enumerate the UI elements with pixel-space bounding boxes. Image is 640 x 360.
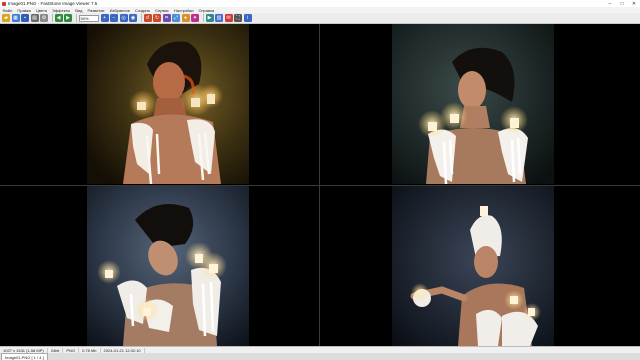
zoom-select[interactable]: 50%: [78, 14, 99, 22]
minimize-button[interactable]: –: [604, 0, 616, 7]
toolbar-separator: [202, 14, 204, 22]
image-panel-3[interactable]: [87, 186, 249, 346]
toolbar: ▰ ▦ ▪ ▤ ⚙ ◀ ▶ 50% + − ◎ ◉ ↺ ↻ ⌗ ⤢ ● ✦ ▶ …: [0, 13, 640, 24]
status-bar: 1027 x 1541 (1.58 MP) 24bit PNG 0.78 Mb …: [0, 346, 640, 353]
save-icon[interactable]: ▪: [21, 14, 29, 22]
image-panel-2[interactable]: [392, 24, 554, 184]
photo-woman-candles-2: [392, 24, 554, 184]
status-format: PNG: [63, 347, 80, 353]
tab-image[interactable]: Image01.PNG [ 1 / 4 ]: [1, 353, 48, 360]
image-panel-4[interactable]: [392, 186, 554, 346]
title-bar: Image01.PNG - FastStone Image Viewer 7.5…: [0, 0, 640, 7]
window-title: Image01.PNG - FastStone Image Viewer 7.5: [8, 1, 98, 6]
status-bit-depth: 24bit: [48, 347, 64, 353]
toolbar-separator: [140, 14, 142, 22]
menu-help[interactable]: Справка: [196, 8, 217, 13]
crop-icon[interactable]: ⌗: [162, 14, 171, 22]
settings-icon[interactable]: ⚙: [40, 14, 48, 22]
menu-effects[interactable]: Эффекты: [50, 8, 73, 13]
next-icon[interactable]: ▶: [64, 14, 72, 22]
compare-icon[interactable]: ▥: [215, 14, 223, 22]
actual-size-icon[interactable]: ◎: [119, 14, 128, 22]
open-folder-icon[interactable]: ▰: [2, 14, 10, 22]
menu-view[interactable]: Вид: [73, 8, 85, 13]
maximize-button[interactable]: □: [616, 0, 628, 7]
slideshow-icon[interactable]: ▶: [205, 14, 214, 22]
menu-colors[interactable]: Цвета: [33, 8, 49, 13]
fit-icon[interactable]: ◉: [129, 14, 137, 22]
menu-create[interactable]: Создать: [132, 8, 152, 13]
app-icon: [2, 1, 6, 6]
status-dimensions: 1027 x 1541 (1.58 MP): [0, 347, 48, 353]
rotate-right-icon[interactable]: ↻: [153, 14, 161, 22]
image-panel-1[interactable]: [87, 24, 249, 184]
zoom-in-icon[interactable]: +: [100, 14, 109, 22]
rotate-left-icon[interactable]: ↺: [143, 14, 152, 22]
menu-favorites[interactable]: Избранное: [107, 8, 132, 13]
toolbar-separator: [75, 14, 77, 22]
color-icon[interactable]: ●: [181, 14, 190, 22]
menu-settings[interactable]: Настройки: [171, 8, 196, 13]
effects-icon[interactable]: ✦: [191, 14, 199, 22]
fullscreen-icon[interactable]: ⛶: [234, 14, 242, 22]
menu-development[interactable]: Развитие: [85, 8, 107, 13]
tab-bar: Image01.PNG [ 1 / 4 ]: [0, 353, 640, 360]
menu-edit[interactable]: Правка: [15, 8, 34, 13]
photo-woman-candles-3: [87, 186, 249, 346]
info-icon[interactable]: i: [243, 14, 252, 22]
close-button[interactable]: ✕: [628, 0, 640, 7]
pane-divider-horizontal[interactable]: [0, 185, 640, 186]
image-compare-viewer[interactable]: [0, 24, 640, 346]
status-date: 2024-01-21 12:32:10: [101, 347, 145, 353]
print-icon[interactable]: ▤: [30, 14, 39, 22]
photo-woman-candles-4: [392, 186, 554, 346]
menu-tools[interactable]: Сервис: [153, 8, 172, 13]
toolbar-separator: [51, 14, 53, 22]
browser-icon[interactable]: ▦: [11, 14, 20, 22]
prev-icon[interactable]: ◀: [54, 14, 63, 22]
email-icon[interactable]: ✉: [224, 14, 233, 22]
photo-woman-candles-1: [87, 24, 249, 184]
status-file-size: 0.78 Mb: [79, 347, 101, 353]
menu-file[interactable]: Файл: [0, 8, 15, 13]
resize-icon[interactable]: ⤢: [172, 14, 180, 22]
zoom-out-icon[interactable]: −: [110, 14, 118, 22]
